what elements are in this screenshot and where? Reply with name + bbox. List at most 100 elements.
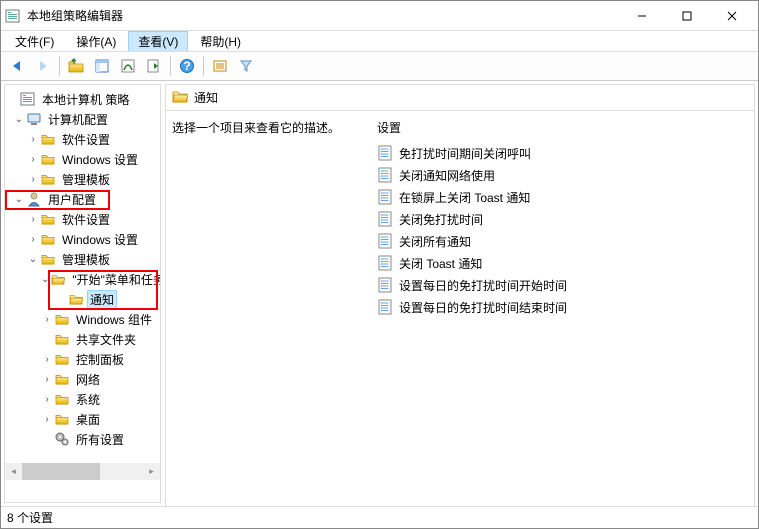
setting-item[interactable]: 免打扰时间期间关闭呼叫 bbox=[377, 142, 748, 164]
menu-action[interactable]: 操作(A) bbox=[66, 31, 126, 52]
setting-item[interactable]: 关闭所有通知 bbox=[377, 230, 748, 252]
tree-windows-components[interactable]: › Windows 组件 bbox=[5, 309, 160, 329]
toolbar-separator bbox=[170, 56, 171, 76]
content-pane: 通知 选择一个项目来查看它的描述。 设置 免打扰时间期间关闭呼叫关闭通知网络使用… bbox=[165, 84, 755, 506]
caret-right-icon[interactable]: › bbox=[27, 234, 39, 245]
minimize-button[interactable] bbox=[619, 1, 664, 30]
policy-icon bbox=[377, 299, 393, 315]
folder-icon bbox=[40, 131, 56, 147]
export-button[interactable] bbox=[142, 54, 166, 78]
forward-button[interactable] bbox=[31, 54, 55, 78]
tree-desktop[interactable]: › 桌面 bbox=[5, 409, 160, 429]
toolbar: ? bbox=[1, 51, 758, 81]
menubar: 文件(F) 操作(A) 查看(V) 帮助(H) bbox=[1, 31, 758, 51]
setting-item[interactable]: 关闭通知网络使用 bbox=[377, 164, 748, 186]
scroll-thumb[interactable] bbox=[22, 463, 100, 480]
svg-text:?: ? bbox=[183, 59, 190, 73]
tree-label: Windows 组件 bbox=[73, 310, 155, 329]
tree-cc-software[interactable]: › 软件设置 bbox=[5, 129, 160, 149]
tree-start-menu[interactable]: ⌄ "开始"菜单和任务栏 bbox=[5, 269, 160, 289]
maximize-button[interactable] bbox=[664, 1, 709, 30]
caret-right-icon[interactable]: › bbox=[27, 154, 39, 165]
tree-all-settings[interactable]: 所有设置 bbox=[5, 429, 160, 449]
caret-down-icon[interactable]: ⌄ bbox=[13, 114, 25, 125]
tree-h-scrollbar[interactable]: ◂ ▸ bbox=[5, 463, 160, 480]
folder-icon bbox=[54, 391, 70, 407]
gears-icon bbox=[54, 431, 70, 447]
properties-button[interactable] bbox=[116, 54, 140, 78]
toolbar-separator bbox=[59, 56, 60, 76]
setting-item[interactable]: 关闭 Toast 通知 bbox=[377, 252, 748, 274]
folder-icon bbox=[54, 411, 70, 427]
filter-button[interactable] bbox=[234, 54, 258, 78]
settings-column-header[interactable]: 设置 bbox=[377, 119, 748, 136]
tree-network[interactable]: › 网络 bbox=[5, 369, 160, 389]
setting-label: 免打扰时间期间关闭呼叫 bbox=[399, 145, 531, 162]
caret-right-icon[interactable]: › bbox=[41, 354, 53, 365]
setting-item[interactable]: 设置每日的免打扰时间结束时间 bbox=[377, 296, 748, 318]
folder-icon bbox=[54, 351, 70, 367]
policy-icon bbox=[377, 189, 393, 205]
caret-right-icon[interactable]: › bbox=[41, 414, 53, 425]
tree-root[interactable]: 本地计算机 策略 bbox=[5, 89, 160, 109]
setting-item[interactable]: 关闭免打扰时间 bbox=[377, 208, 748, 230]
caret-down-icon[interactable]: ⌄ bbox=[27, 254, 39, 265]
tree-label: Windows 设置 bbox=[59, 150, 141, 169]
tree-user-config[interactable]: ⌄ 用户配置 bbox=[5, 189, 160, 209]
help-button[interactable]: ? bbox=[175, 54, 199, 78]
caret-down-icon[interactable]: ⌄ bbox=[13, 194, 25, 205]
description-column: 选择一个项目来查看它的描述。 bbox=[166, 111, 371, 506]
folder-icon bbox=[54, 331, 70, 347]
folder-icon bbox=[40, 171, 56, 187]
tree-system[interactable]: › 系统 bbox=[5, 389, 160, 409]
scroll-right-button[interactable]: ▸ bbox=[143, 463, 160, 480]
caret-right-icon[interactable]: › bbox=[41, 374, 53, 385]
folder-open-icon bbox=[50, 271, 66, 287]
setting-label: 关闭免打扰时间 bbox=[399, 211, 483, 228]
close-button[interactable] bbox=[709, 1, 754, 30]
caret-right-icon[interactable]: › bbox=[41, 394, 53, 405]
scroll-left-button[interactable]: ◂ bbox=[5, 463, 22, 480]
tree-label: Windows 设置 bbox=[59, 230, 141, 249]
settings-column: 设置 免打扰时间期间关闭呼叫关闭通知网络使用在锁屏上关闭 Toast 通知关闭免… bbox=[371, 111, 754, 506]
setting-item[interactable]: 设置每日的免打扰时间开始时间 bbox=[377, 274, 748, 296]
back-button[interactable] bbox=[5, 54, 29, 78]
tree-label: 共享文件夹 bbox=[73, 330, 139, 349]
folder-icon bbox=[40, 151, 56, 167]
caret-right-icon[interactable]: › bbox=[41, 314, 53, 325]
menu-help[interactable]: 帮助(H) bbox=[190, 31, 251, 52]
menu-view[interactable]: 查看(V) bbox=[128, 31, 188, 52]
up-button[interactable] bbox=[64, 54, 88, 78]
tree-label: 软件设置 bbox=[59, 210, 113, 229]
policy-icon bbox=[377, 167, 393, 183]
tree-cc-windows[interactable]: › Windows 设置 bbox=[5, 149, 160, 169]
caret-right-icon[interactable]: › bbox=[27, 174, 39, 185]
tree-uc-windows[interactable]: › Windows 设置 bbox=[5, 229, 160, 249]
policy-icon bbox=[377, 233, 393, 249]
show-hide-tree-button[interactable] bbox=[90, 54, 114, 78]
tree-pane[interactable]: 本地计算机 策略 ⌄ 计算机配置 › 软件设置 › Windows 设置 › 管… bbox=[4, 84, 161, 503]
tree-computer-config[interactable]: ⌄ 计算机配置 bbox=[5, 109, 160, 129]
caret-right-icon[interactable]: › bbox=[27, 134, 39, 145]
caret-down-icon[interactable]: ⌄ bbox=[41, 274, 49, 285]
policy-icon bbox=[377, 211, 393, 227]
menu-file[interactable]: 文件(F) bbox=[5, 31, 64, 52]
toolbar-separator bbox=[203, 56, 204, 76]
titlebar: 本地组策略编辑器 bbox=[1, 1, 758, 31]
options-button[interactable] bbox=[208, 54, 232, 78]
window-title: 本地组策略编辑器 bbox=[27, 7, 619, 24]
setting-label: 设置每日的免打扰时间开始时间 bbox=[399, 277, 567, 294]
caret-right-icon[interactable]: › bbox=[27, 214, 39, 225]
setting-item[interactable]: 在锁屏上关闭 Toast 通知 bbox=[377, 186, 748, 208]
tree-uc-templates[interactable]: ⌄ 管理模板 bbox=[5, 249, 160, 269]
tree-label: 本地计算机 策略 bbox=[39, 90, 132, 109]
tree-cc-templates[interactable]: › 管理模板 bbox=[5, 169, 160, 189]
tree-shared-folders[interactable]: 共享文件夹 bbox=[5, 329, 160, 349]
tree-control-panel[interactable]: › 控制面板 bbox=[5, 349, 160, 369]
tree-notifications[interactable]: 通知 bbox=[5, 289, 160, 309]
folder-icon bbox=[40, 211, 56, 227]
tree-label: 系统 bbox=[73, 390, 103, 409]
tree-uc-software[interactable]: › 软件设置 bbox=[5, 209, 160, 229]
tree-label: 控制面板 bbox=[73, 350, 127, 369]
tree-label: 桌面 bbox=[73, 410, 103, 429]
